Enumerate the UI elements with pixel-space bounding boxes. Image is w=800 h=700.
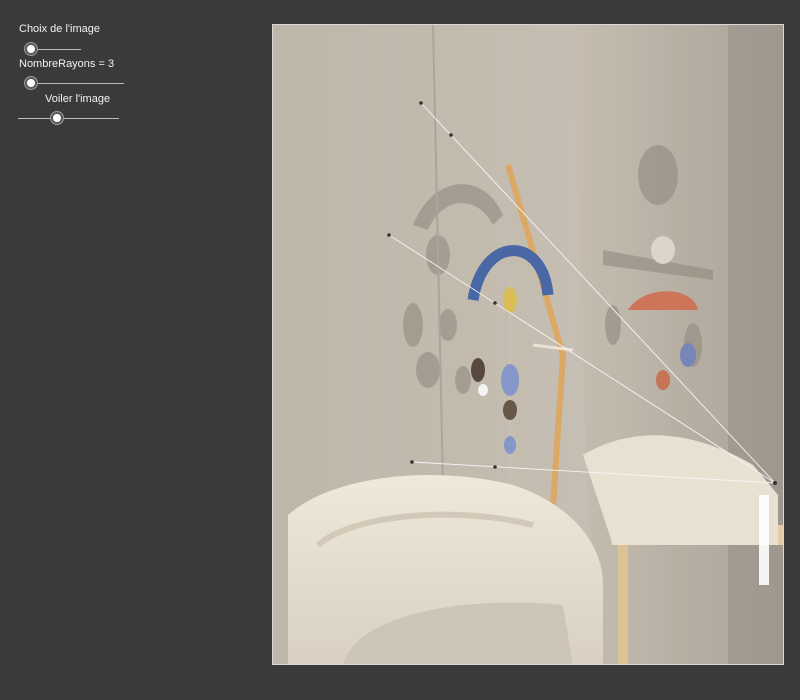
- image-choice-label: Choix de l'image: [19, 23, 100, 35]
- image-canvas[interactable]: [272, 24, 784, 665]
- ray-count-label: NombreRayons = 3: [19, 58, 115, 70]
- control-panel: Choix de l'image NombreRayons = 3 Voiler…: [0, 0, 260, 700]
- veil-overlay: [273, 25, 783, 664]
- ray-count-track[interactable]: [24, 83, 124, 84]
- veil-label: Voiler l'image: [45, 93, 111, 105]
- nursery-photo-scene: [273, 25, 783, 664]
- veil-knob[interactable]: [50, 111, 64, 125]
- ray-count-knob[interactable]: [24, 76, 38, 90]
- veil-track[interactable]: [18, 118, 119, 119]
- image-choice-knob[interactable]: [24, 42, 38, 56]
